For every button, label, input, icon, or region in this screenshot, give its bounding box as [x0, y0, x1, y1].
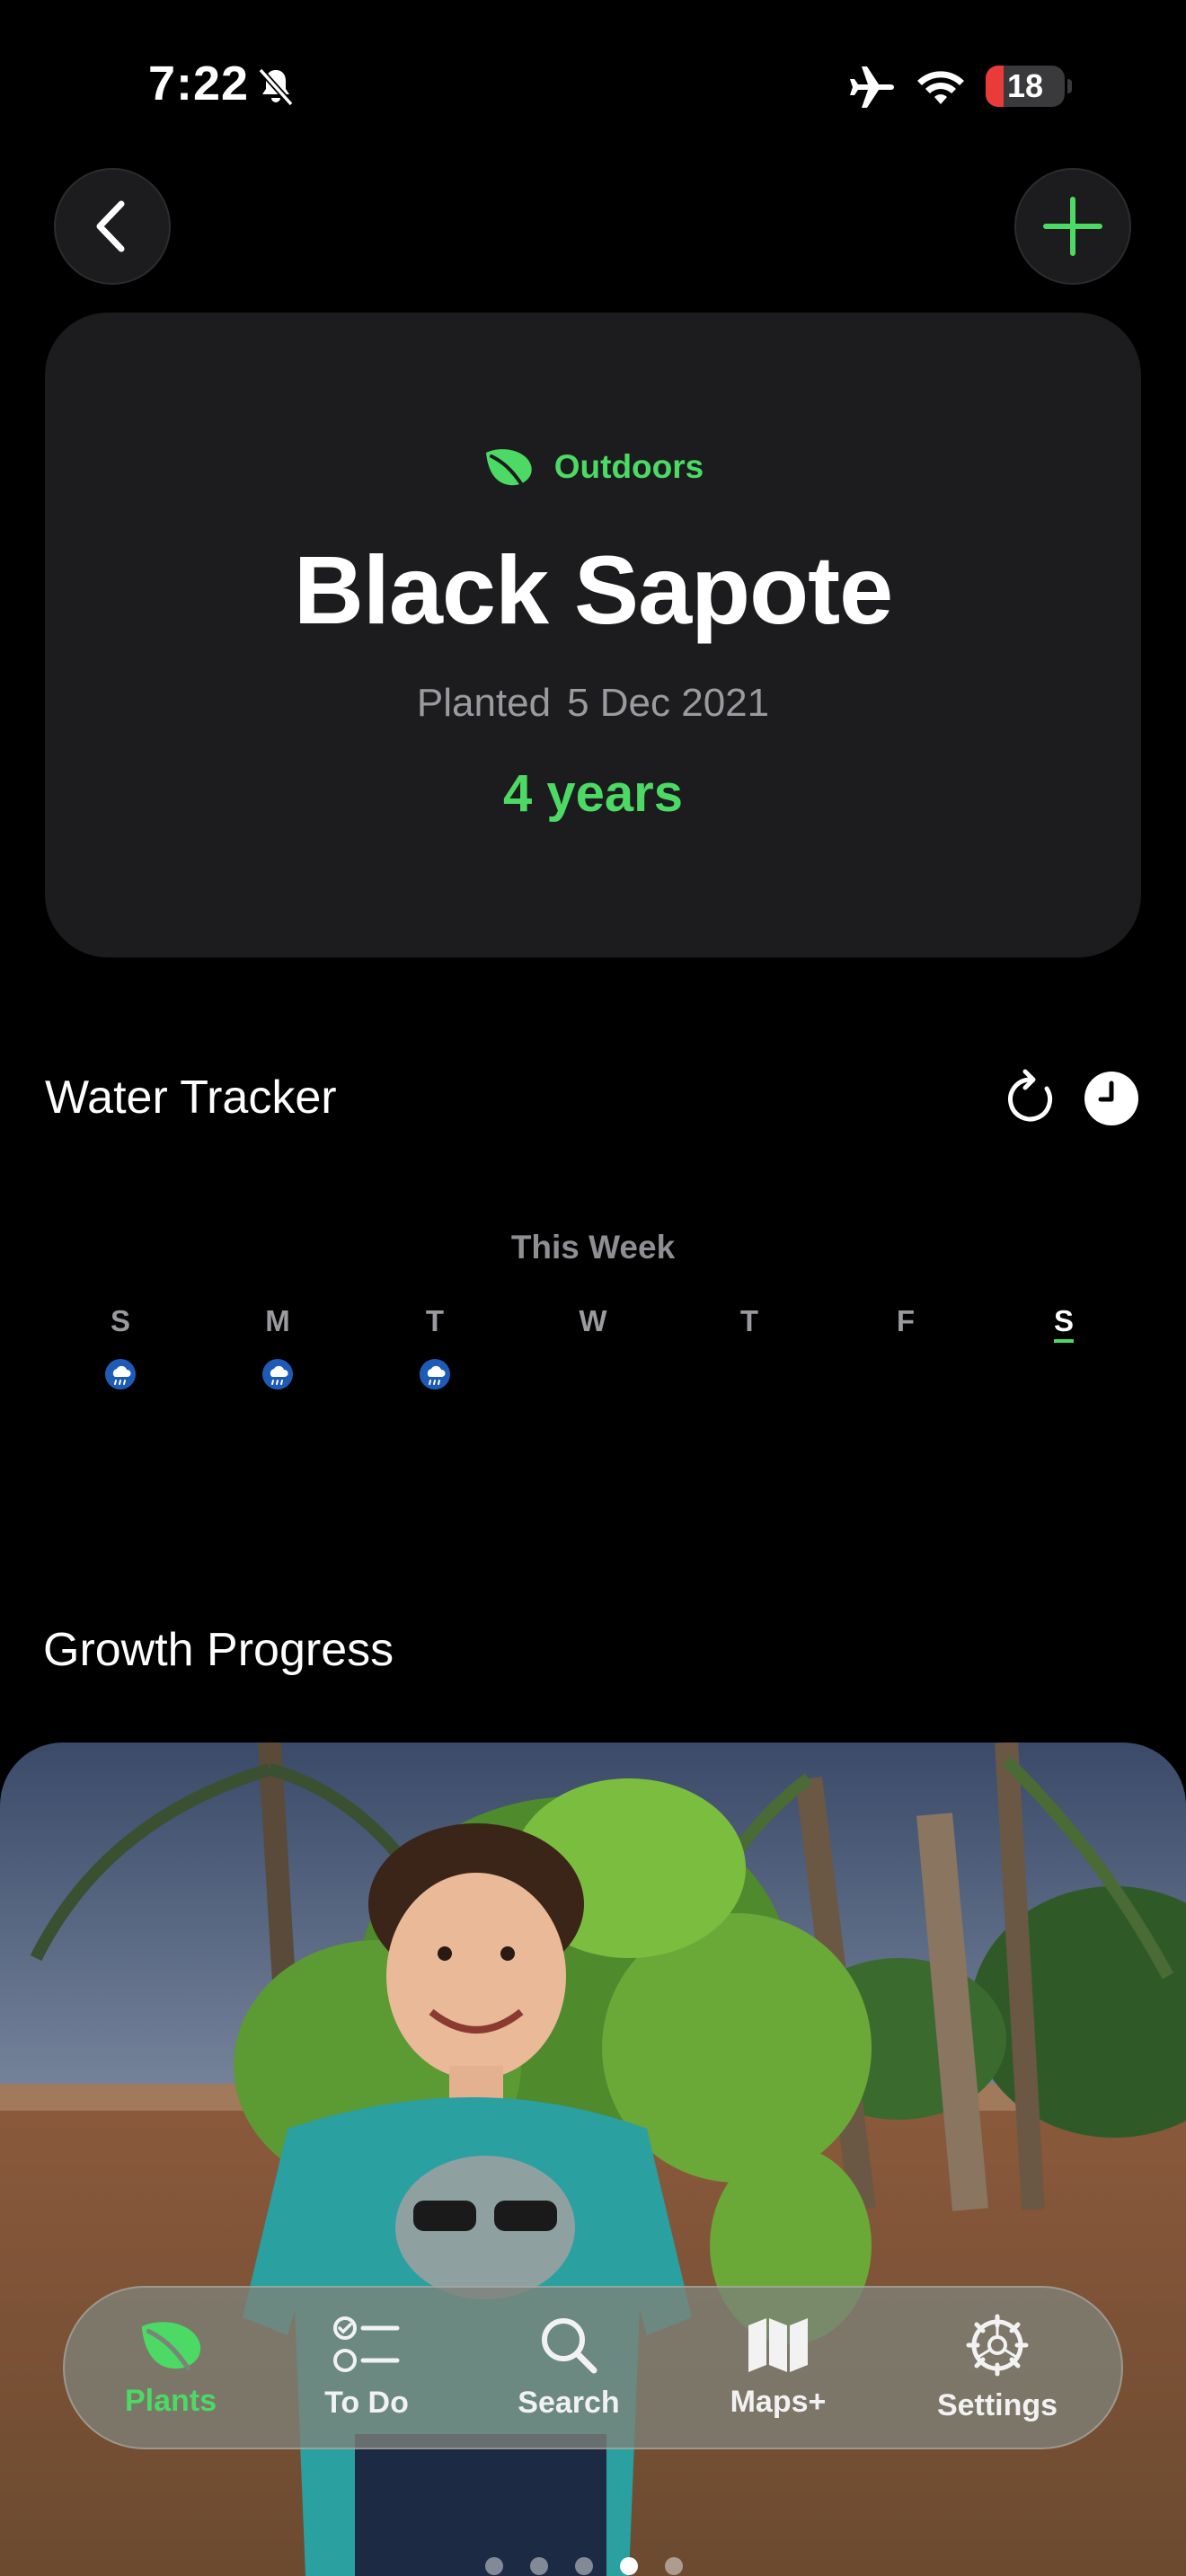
water-tracker-title: Water Tracker — [45, 1072, 337, 1124]
planted-row: Planted 5 Dec 2021 — [0, 681, 1186, 726]
leaf-icon — [141, 2321, 201, 2370]
refresh-icon[interactable] — [1000, 1067, 1063, 1130]
rain-icon — [262, 1359, 293, 1389]
tab-settings-label: Settings — [936, 2387, 1058, 2422]
wifi-icon — [917, 71, 964, 104]
tab-plants-label: Plants — [124, 2383, 217, 2418]
tab-plants[interactable]: Plants — [81, 2286, 261, 2449]
plant-age: 4 years — [503, 764, 683, 823]
tab-settings[interactable]: Settings — [907, 2286, 1087, 2449]
day-friday: F — [896, 1304, 916, 1337]
tab-todo-label: To Do — [324, 2385, 409, 2420]
status-time: 7:22 — [148, 57, 250, 110]
search-icon — [542, 2317, 597, 2373]
photo-page-indicator[interactable] — [485, 2557, 683, 2575]
plant-name: Black Sapote — [293, 535, 893, 644]
gear-icon — [966, 2314, 1029, 2376]
growth-photo[interactable] — [0, 1742, 1186, 2576]
tab-todo[interactable]: To Do — [277, 2286, 456, 2449]
tab-search[interactable]: Search — [479, 2286, 659, 2449]
planted-label: Planted — [416, 681, 552, 725]
map-icon — [748, 2317, 808, 2372]
battery-percent: 18 — [1006, 67, 1044, 104]
tab-search-label: Search — [518, 2385, 620, 2420]
day-tuesday: T — [425, 1304, 445, 1337]
planted-date: 5 Dec 2021 — [567, 681, 770, 725]
rain-icon — [420, 1359, 450, 1389]
day-thursday: T — [739, 1304, 759, 1337]
day-sunday: S — [110, 1304, 130, 1337]
silent-bell-icon — [258, 67, 294, 107]
battery-indicator: 18 — [986, 66, 1072, 107]
rain-icon — [105, 1359, 136, 1389]
tab-maps-label: Maps+ — [730, 2384, 827, 2419]
leaf-icon — [485, 449, 532, 487]
day-monday: M — [265, 1304, 290, 1337]
add-button[interactable] — [1014, 168, 1131, 285]
checklist-icon — [333, 2316, 400, 2372]
history-clock-icon[interactable] — [1084, 1071, 1139, 1126]
back-button[interactable] — [54, 168, 171, 285]
chevron-left-icon — [96, 200, 125, 252]
plus-icon — [1043, 197, 1102, 256]
tab-maps[interactable]: Maps+ — [688, 2286, 868, 2449]
week-label: This Week — [510, 1229, 676, 1266]
growth-progress-title: Growth Progress — [43, 1624, 394, 1676]
location-label: Outdoors — [553, 448, 704, 485]
airplane-mode-icon — [850, 66, 894, 108]
location-row: Outdoors — [0, 446, 1186, 489]
day-wednesday: W — [579, 1304, 607, 1337]
day-saturday-today: S — [1019, 1304, 1109, 1343]
